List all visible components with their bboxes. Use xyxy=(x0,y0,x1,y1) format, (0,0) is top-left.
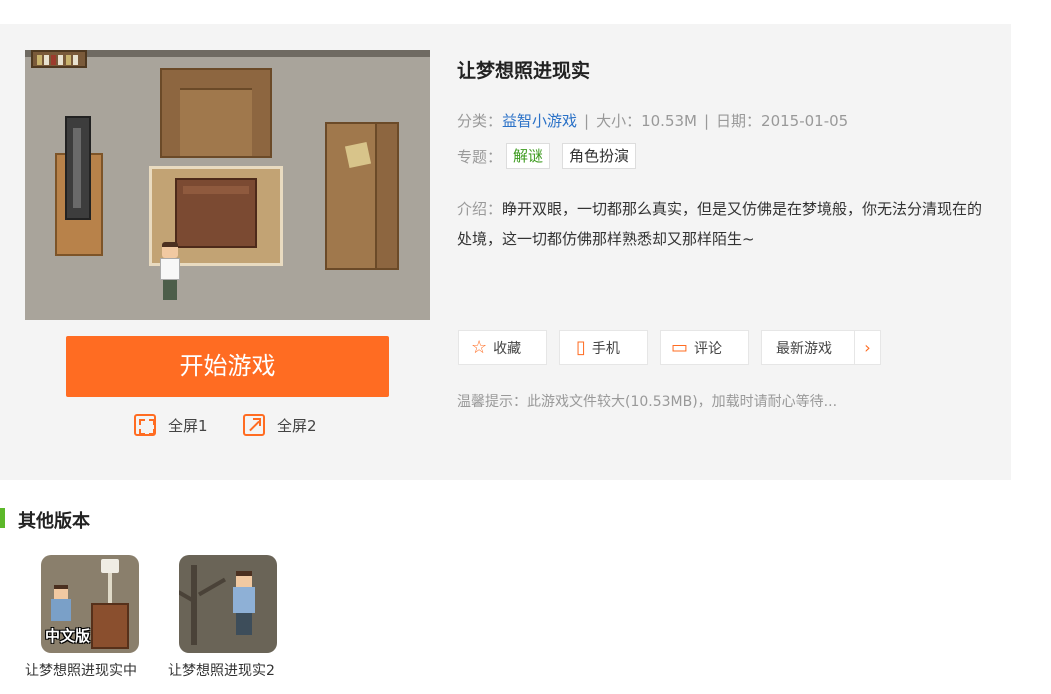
topic-tag-puzzle[interactable]: 解谜 xyxy=(506,143,551,169)
scene-coffee-table xyxy=(175,178,257,248)
fullscreen2-label: 全屏2 xyxy=(277,416,317,435)
scene-bookshelf xyxy=(31,50,87,68)
game-panel: 开始游戏 全屏1 全屏2 让梦想照进现实 分类：益智小游戏 | 大小：10.53M |… xyxy=(0,24,1011,480)
fullscreen1-button[interactable]: 全屏1 xyxy=(134,414,208,436)
size-text: 大小：10.53M xyxy=(596,112,697,130)
star-icon: ☆ xyxy=(471,336,488,358)
comment-button[interactable]: ▭ 评论 xyxy=(660,330,749,365)
game-preview-image xyxy=(25,50,430,320)
fullscreen-icon xyxy=(134,414,156,436)
newest-games-button[interactable]: 最新游戏 › xyxy=(761,330,881,365)
loading-tip: 温馨提示：此游戏文件较大(10.53MB)，加载时请耐心等待... xyxy=(457,394,838,410)
date-text: 日期：2015-01-05 xyxy=(716,112,849,130)
fullscreen1-label: 全屏1 xyxy=(168,416,208,435)
scene-character xyxy=(156,242,184,304)
newest-label: 最新游戏 xyxy=(776,340,832,357)
category-link[interactable]: 益智小游戏 xyxy=(502,112,577,130)
scene-sofa xyxy=(160,68,272,158)
topic-row: 专题： 解谜 角色扮演 xyxy=(457,142,644,170)
expand-icon xyxy=(243,414,265,436)
mobile-label: 手机 xyxy=(591,340,620,357)
game-intro: 介绍：睁开双眼，一切都那么真实，但是又仿佛是在梦境般，你无法分清现在的处境，这一… xyxy=(457,194,987,254)
topic-label: 专题： xyxy=(457,147,503,166)
version-thumbnail[interactable]: 中文版 xyxy=(41,555,139,653)
version-thumbnail[interactable] xyxy=(179,555,277,653)
intro-text: 睁开双眼，一切都那么真实，但是又仿佛是在梦境般，你无法分清现在的处境，这一切都仿… xyxy=(457,200,983,248)
other-versions-title: 其他版本 xyxy=(18,511,90,532)
topic-tag-rpg[interactable]: 角色扮演 xyxy=(562,143,637,169)
section-accent-bar xyxy=(0,508,5,528)
chevron-right-icon: › xyxy=(854,331,880,364)
mobile-button[interactable]: ▯ 手机 xyxy=(559,330,648,365)
version-name[interactable]: 让梦想照进现实中 xyxy=(25,660,137,680)
version-badge: 中文版 xyxy=(45,627,91,645)
start-game-button[interactable]: 开始游戏 xyxy=(66,336,389,397)
game-title: 让梦想照进现实 xyxy=(457,60,591,82)
comment-icon: ▭ xyxy=(671,336,689,358)
comment-label: 评论 xyxy=(694,340,723,357)
category-label: 分类： xyxy=(457,112,503,130)
meta-separator: | xyxy=(584,112,590,130)
phone-icon: ▯ xyxy=(576,336,586,358)
scene-tv xyxy=(65,116,91,220)
fullscreen2-button[interactable]: 全屏2 xyxy=(243,414,317,436)
game-meta: 分类：益智小游戏 | 大小：10.53M | 日期：2015-01-05 xyxy=(457,110,848,131)
intro-label: 介绍： xyxy=(457,200,503,218)
version-name[interactable]: 让梦想照进现实2 xyxy=(168,660,275,680)
favorite-label: 收藏 xyxy=(493,340,522,357)
meta-separator: | xyxy=(703,112,710,130)
favorite-button[interactable]: ☆ 收藏 xyxy=(458,330,547,365)
scene-sofa-side xyxy=(325,122,399,270)
